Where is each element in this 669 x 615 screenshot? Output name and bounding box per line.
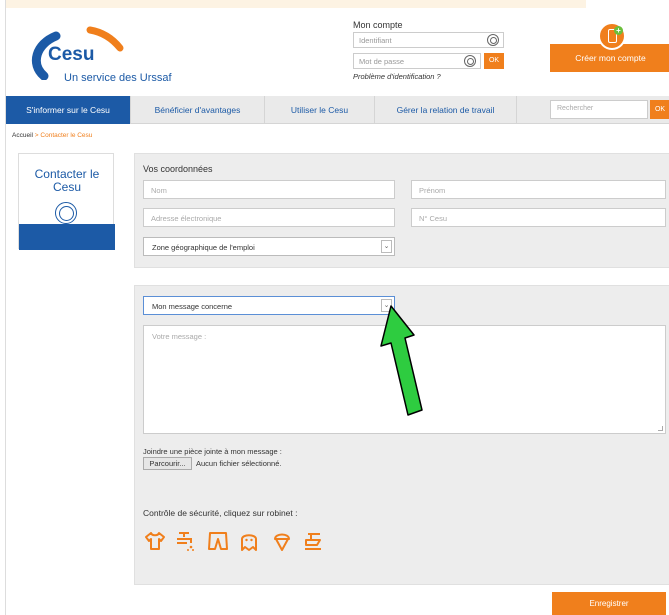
message-placeholder: Votre message : [152,332,207,341]
login-input[interactable]: Identifiant [353,32,504,48]
no-file-text: Aucun fichier sélectionné. [196,459,282,468]
contact-card-band [19,224,115,250]
contact-card-title: Contacter le Cesu [34,167,100,194]
nav-item-gerer[interactable]: Gérer la relation de travail [375,96,517,124]
message-concern-select[interactable]: Mon message concerne ⌄ [143,296,395,315]
contact-card: Contacter le Cesu [18,153,115,250]
save-button[interactable]: Enregistrer [552,592,666,615]
resize-handle-icon[interactable] [658,426,663,431]
breadcrumb-home[interactable]: Accueil [12,132,33,139]
mobile-add-icon: + [598,22,626,50]
login-problem-link[interactable]: Problème d'identification ? [353,72,441,81]
message-concern-value: Mon message concerne [152,302,233,311]
security-label: Contrôle de sécurité, cliquez sur robine… [143,508,298,518]
top-banner-strip [6,0,586,8]
logo-subtitle: Un service des Urssaf [64,72,172,84]
zone-select-value: Zone géographique de l'emploi [152,243,255,252]
login-ok-button[interactable]: OK [484,53,504,69]
password-input[interactable]: Mot de passe [353,53,481,69]
search-ok-button[interactable]: OK [650,100,669,119]
page-frame: Cesu Un service des Urssaf Mon compte Id… [5,0,669,615]
boat-icon[interactable] [302,530,324,552]
breadcrumb-separator: > [34,132,39,139]
breadcrumb-current: Contacter le Cesu [40,132,93,139]
zone-select[interactable]: Zone géographique de l'emploi ⌄ [143,237,395,256]
show-password-icon[interactable] [464,55,476,67]
nom-field[interactable]: Nom [143,180,395,199]
email-field[interactable]: Adresse électronique [143,208,395,227]
cesu-number-field[interactable]: N° Cesu [411,208,666,227]
attach-label: Joindre une pièce jointe à mon message : [143,447,282,456]
shorts-icon[interactable] [207,530,229,552]
browse-button[interactable]: Parcourir... [143,457,192,470]
nav-item-beneficier[interactable]: Bénéficier d'avantages [131,96,265,124]
nav-item-sinformer[interactable]: S'informer sur le Cesu [6,96,131,124]
cesu-e-icon [55,202,77,224]
chevron-down-icon[interactable]: ⌄ [381,240,392,253]
logo-name[interactable]: Cesu [48,44,94,66]
prenom-field[interactable]: Prénom [411,180,666,199]
tshirt-icon[interactable] [144,530,166,552]
green-arrow-annotation [380,305,423,416]
coordinates-title: Vos coordonnées [143,164,213,174]
breadcrumb: Accueil > Contacter le Cesu [12,132,92,139]
nav-item-utiliser[interactable]: Utiliser le Cesu [265,96,375,124]
ghost-icon[interactable] [238,530,260,552]
show-login-icon[interactable] [487,34,499,46]
icecream-icon[interactable] [271,530,293,552]
search-input[interactable]: Rechercher [550,100,648,119]
faucet-icon[interactable] [175,530,197,552]
account-title: Mon compte [353,20,403,30]
